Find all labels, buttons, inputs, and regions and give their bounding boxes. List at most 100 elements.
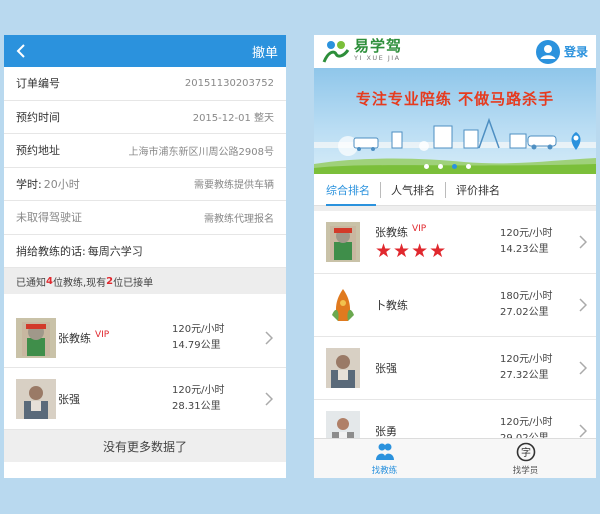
chevron-right-icon: [578, 361, 588, 375]
order-header: 撤单: [4, 35, 286, 67]
coach-price-block: 120元/小时 28.31公里: [172, 383, 264, 415]
avatar: [326, 285, 366, 325]
ranking-tabs: 综合排名 人气排名 评价排名: [314, 174, 596, 206]
app-logo: 易学驾 YI XUE JIA: [322, 36, 403, 64]
coach-price: 120元/小时: [172, 384, 225, 396]
message-label: 捎给教练的话:: [16, 244, 86, 258]
coach-distance: 28.31公里: [172, 400, 221, 412]
promo-banner[interactable]: 专注专业陪练 不做马路杀手: [314, 68, 596, 174]
city-illustration: [314, 117, 596, 174]
license-label: 未取得驾驶证: [16, 211, 82, 225]
coach-list-item[interactable]: 张教练 VIP 120元/小时 14.79公里: [4, 308, 286, 368]
banner-slogan: 专注专业陪练 不做马路杀手: [355, 90, 555, 108]
coach-icon: [375, 442, 395, 462]
notified-count: 4: [46, 275, 53, 287]
coach-name: 张勇: [375, 425, 397, 438]
coach-price-block: 120元/小时 14.79公里: [172, 322, 264, 354]
appointment-time-value: 2015-12-01 整天: [192, 113, 274, 125]
logo-text: 易学驾: [354, 36, 403, 55]
coach-name-block: 张强: [58, 391, 172, 407]
study-hours-label: 学时: 20小时: [16, 177, 80, 191]
tab-overall-ranking[interactable]: 综合排名: [326, 182, 380, 198]
login-label: 登录: [563, 45, 588, 59]
carousel-dot[interactable]: [438, 164, 443, 169]
coach-list-item[interactable]: 张教练 VIP ★★★★ 120元/小时 14.23公里: [314, 211, 596, 274]
license-note: 需教练代理报名: [204, 213, 274, 225]
carousel-dot[interactable]: [466, 164, 471, 169]
avatar: [16, 317, 56, 358]
coach-list-item[interactable]: 张强 120元/小时 28.31公里: [4, 368, 286, 430]
order-detail-screen: 撤单 订单编号 20151130203752 预约时间 2015-12-01 整…: [4, 35, 286, 478]
chevron-left-icon[interactable]: [16, 42, 34, 60]
avatar: [326, 222, 366, 262]
coach-name: 张教练: [375, 225, 408, 239]
coach-name: 张强: [58, 392, 80, 406]
tab-popularity-ranking[interactable]: 人气排名: [380, 181, 445, 198]
app-header: 易学驾 YI XUE JIA 登录: [314, 35, 596, 68]
appointment-time-row: 预约时间 2015-12-01 整天: [4, 101, 286, 134]
coach-list-screen: 易学驾 YI XUE JIA 登录 专注专业陪练 不做马路杀手 综合排名 人气排…: [314, 35, 596, 478]
coach-price-block: 120元/小时 27.32公里: [500, 352, 578, 384]
tab-find-student[interactable]: 字 找学员: [455, 439, 596, 478]
coach-price: 180元/小时: [500, 291, 553, 302]
chevron-right-icon: [578, 298, 588, 312]
coach-name: 张教练: [58, 331, 91, 345]
svg-text:字: 字: [521, 446, 531, 459]
user-icon: [535, 39, 560, 64]
coach-distance: 27.32公里: [500, 370, 549, 381]
tab-find-student-label: 找学员: [512, 465, 539, 476]
chevron-right-icon: [578, 235, 588, 249]
no-more-data-footer: 没有更多数据了: [4, 430, 286, 462]
appointment-address-label: 预约地址: [16, 144, 60, 158]
car-note: 需要教练提供车辆: [194, 180, 274, 192]
notification-status: 已通知 4 位教练,现有 2 位已接单: [4, 268, 286, 294]
coach-price-block: 120元/小时 14.23公里: [500, 226, 578, 258]
message-row: 捎给教练的话: 每周六学习: [4, 235, 286, 268]
coach-name: 卜教练: [375, 299, 408, 312]
order-number-label: 订单编号: [16, 77, 60, 91]
accepted-count: 2: [106, 275, 114, 287]
coach-list-item[interactable]: 张强 120元/小时 27.32公里: [314, 337, 596, 400]
order-number-value: 20151130203752: [184, 77, 274, 89]
coach-price: 120元/小时: [500, 354, 553, 365]
coach-price: 120元/小时: [500, 228, 553, 239]
coach-distance: 14.79公里: [172, 339, 221, 351]
coach-name-block: 张教练 VIP ★★★★: [368, 224, 500, 261]
vip-badge: VIP: [95, 329, 110, 340]
coach-name-block: 张教练 VIP: [58, 330, 172, 346]
appointment-address-row: 预约地址 上海市浦东新区川周公路2908号: [4, 134, 286, 168]
chevron-right-icon: [264, 391, 274, 406]
appointment-address-value: 上海市浦东新区川周公路2908号: [128, 146, 274, 158]
message-value: 每周六学习: [87, 244, 143, 258]
study-hours-row: 学时: 20小时 需要教练提供车辆: [4, 168, 286, 201]
tab-rating-ranking[interactable]: 评价排名: [445, 181, 510, 198]
coach-name-block: 卜教练: [368, 297, 500, 313]
cancel-order-button[interactable]: 撤单: [252, 42, 278, 61]
study-hours-value: 20小时: [43, 177, 80, 191]
vip-badge: VIP: [412, 223, 427, 234]
chevron-right-icon: [578, 424, 588, 438]
active-tab-underline: [326, 204, 376, 206]
coach-price: 120元/小时: [500, 417, 553, 428]
logo-subtext: YI XUE JIA: [354, 53, 401, 62]
coach-name-block: 张强: [368, 360, 500, 376]
avatar: [16, 378, 56, 419]
carousel-indicator: [424, 164, 471, 169]
coach-price: 120元/小时: [172, 323, 225, 335]
tab-find-coach[interactable]: 找教练: [314, 439, 455, 478]
coach-name: 张强: [375, 362, 397, 375]
carousel-dot-active[interactable]: [452, 164, 457, 169]
coach-list-item[interactable]: 卜教练 180元/小时 27.02公里: [314, 274, 596, 337]
avatar: [326, 348, 366, 388]
order-number-row: 订单编号 20151130203752: [4, 67, 286, 101]
student-icon: 字: [516, 442, 536, 462]
login-button[interactable]: 登录: [535, 39, 588, 64]
appointment-time-label: 预约时间: [16, 110, 60, 124]
coach-distance: 14.23公里: [500, 244, 549, 255]
star-rating: ★★★★: [375, 239, 448, 262]
license-row: 未取得驾驶证 需教练代理报名: [4, 201, 286, 235]
tab-find-coach-label: 找教练: [371, 465, 398, 476]
logo-icon: [322, 40, 350, 63]
carousel-dot[interactable]: [424, 164, 429, 169]
coach-price-block: 180元/小时 27.02公里: [500, 289, 578, 321]
